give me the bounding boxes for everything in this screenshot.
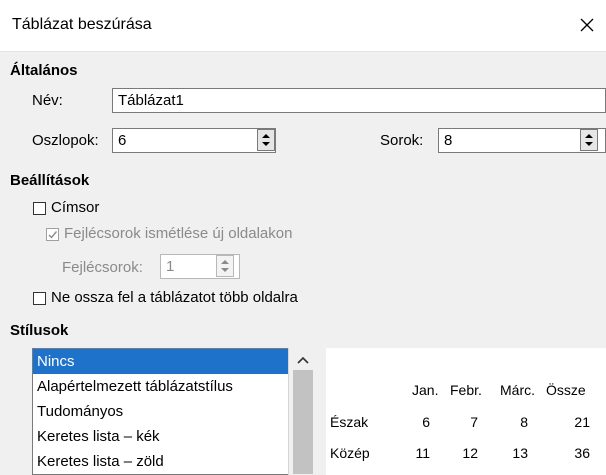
preview-row-label: Észak (330, 414, 369, 430)
preview-row-label: Közép (330, 445, 370, 461)
rows-label: Sorok: (380, 132, 424, 149)
table-preview: Jan. Febr. Márc. Össze Észak 6 7 8 21 Kö… (326, 348, 606, 475)
style-item[interactable]: Nincs (33, 349, 317, 374)
title-bar: Táblázat beszúrása (0, 0, 606, 52)
style-item[interactable]: Alapértelmezett táblázatstílus (33, 374, 317, 399)
close-button[interactable] (576, 14, 598, 36)
scroll-thumb[interactable] (293, 370, 313, 474)
styles-heading: Stílusok (10, 322, 69, 339)
preview-header: Márc. (500, 382, 535, 398)
chevron-up-icon (297, 356, 309, 364)
repeat-heading-label: Fejlécsorok ismétlése új oldalakon (64, 225, 293, 242)
spin-updown-icon (262, 134, 270, 146)
preview-cell: 11 (415, 445, 430, 461)
preview-cell: 6 (422, 414, 430, 430)
preview-cell: 13 (512, 445, 528, 461)
preview-cell: 12 (462, 445, 478, 461)
preview-cell: 36 (574, 445, 590, 461)
style-item[interactable]: Keretes lista – zöld (33, 449, 317, 474)
general-heading: Általános (10, 62, 78, 79)
style-item[interactable]: Keretes lista – kék (33, 424, 317, 449)
close-icon (580, 18, 594, 32)
heading-rows-spinner[interactable] (216, 255, 234, 277)
heading-rows-label: Fejlécsorok: (62, 259, 143, 276)
spin-updown-icon (585, 134, 593, 146)
scroll-up-button[interactable] (296, 352, 310, 369)
columns-spinner[interactable] (257, 129, 275, 151)
checkmark-icon (48, 231, 58, 239)
preview-header: Jan. (412, 382, 439, 398)
preview-header: Febr. (450, 382, 482, 398)
preview-cell: 7 (470, 414, 478, 430)
spin-updown-icon (221, 260, 229, 272)
preview-cell: 8 (520, 414, 528, 430)
repeat-heading-checkbox[interactable] (46, 228, 59, 241)
name-label: Név: (32, 92, 63, 109)
styles-listbox[interactable]: Nincs Alapértelmezett táblázatstílus Tud… (32, 348, 318, 475)
dont-split-label: Ne ossza fel a táblázatot több oldalra (51, 289, 298, 306)
preview-header: Össze (546, 382, 586, 398)
preview-cell: 21 (574, 414, 590, 430)
window-title: Táblázat beszúrása (12, 16, 152, 33)
dont-split-checkbox[interactable] (33, 292, 46, 305)
rows-spinner[interactable] (580, 129, 598, 151)
heading-checkbox[interactable] (33, 202, 46, 215)
columns-input[interactable]: 6 (112, 128, 276, 153)
styles-scrollbar[interactable] (288, 348, 318, 475)
columns-label: Oszlopok: (32, 132, 99, 149)
style-item[interactable]: Tudományos (33, 399, 317, 424)
heading-checkbox-label: Címsor (51, 199, 100, 216)
options-heading: Beállítások (10, 172, 90, 189)
name-input[interactable]: Táblázat1 (112, 88, 606, 113)
